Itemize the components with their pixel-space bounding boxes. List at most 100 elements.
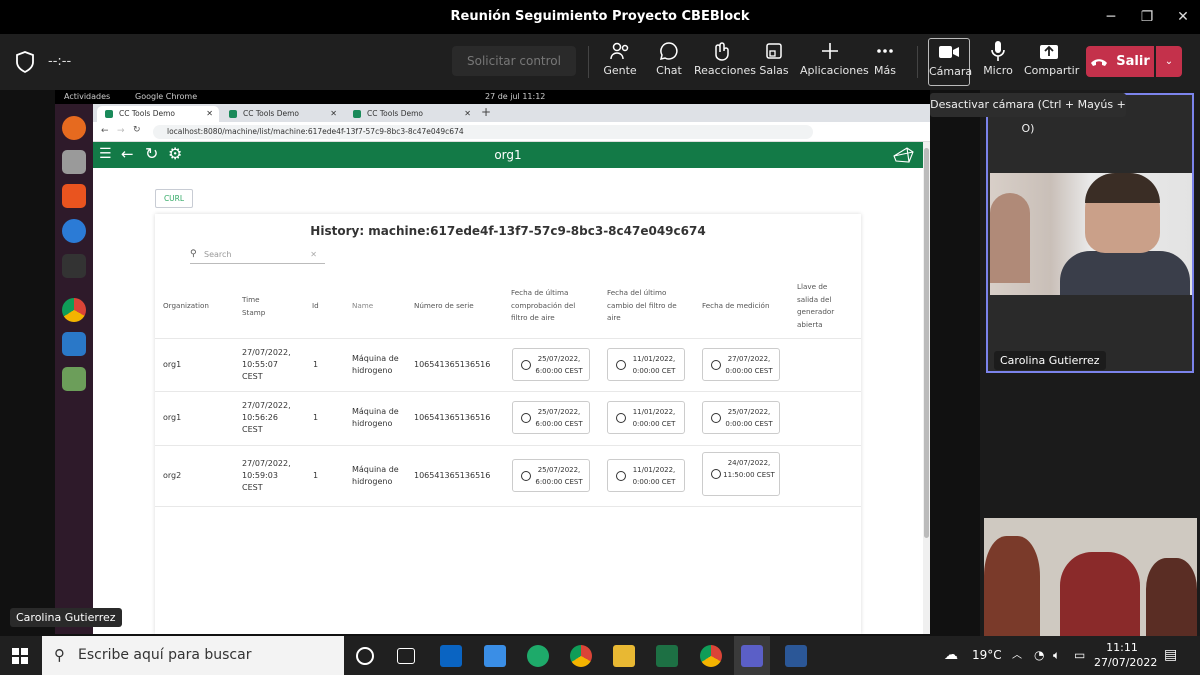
date-chip[interactable]: 11/01/2022, 0:00:00 CET: [607, 459, 685, 492]
leave-options-button[interactable]: ⌄: [1156, 46, 1182, 77]
date-chip[interactable]: 25/07/2022, 6:00:00 CEST: [512, 401, 590, 434]
participant-figure: [984, 536, 1040, 636]
date-chip[interactable]: 25/07/2022, 0:00:00 CEST: [702, 401, 780, 434]
more-button[interactable]: Más: [868, 38, 902, 86]
table-row[interactable]: org1 27/07/2022, 10:56:26 CEST 1 Máquina…: [155, 391, 861, 445]
scrollbar[interactable]: [923, 142, 930, 634]
chrome-profile-icon[interactable]: [700, 645, 722, 667]
tab-cc-tools-2[interactable]: CC Tools Demo ✕: [221, 106, 343, 122]
participant-video: [990, 173, 1192, 295]
notification-icon[interactable]: ▤: [1164, 636, 1177, 675]
room-video-tile[interactable]: [984, 518, 1197, 636]
clock-icon: [616, 360, 626, 370]
curl-button[interactable]: CURL: [155, 189, 193, 208]
request-control-button[interactable]: Solicitar control: [452, 46, 576, 76]
header-id[interactable]: Id: [312, 300, 332, 313]
phone-hangup-icon: [1091, 58, 1108, 66]
network-icon[interactable]: ◔: [1034, 636, 1044, 675]
store-icon[interactable]: [484, 645, 506, 667]
app-header: ☰ ← ↻ ⚙ org1: [93, 142, 923, 168]
share-button[interactable]: Compartir: [1024, 38, 1079, 86]
cell-id: 1: [313, 471, 319, 480]
search-input[interactable]: Search: [204, 250, 231, 259]
taskbar-search[interactable]: ⚲ Escribe aquí para buscar: [42, 636, 344, 675]
date-chip[interactable]: 27/07/2022, 0:00:00 CEST: [702, 348, 780, 381]
task-view-icon[interactable]: [397, 648, 415, 664]
close-tab-icon[interactable]: ✕: [330, 106, 337, 122]
cell-timestamp: 27/07/2022, 10:55:07 CEST: [242, 348, 291, 381]
reactions-button[interactable]: Reacciones: [694, 38, 756, 86]
minimize-icon[interactable]: ─: [1093, 0, 1129, 34]
outlook-icon[interactable]: [440, 645, 462, 667]
url-field[interactable]: localhost:8080/machine/list/machine:617e…: [153, 125, 813, 139]
table-row[interactable]: org2 27/07/2022, 10:59:03 CEST 1 Máquina…: [155, 445, 861, 507]
rooms-button[interactable]: Salas: [756, 38, 792, 86]
date-chip[interactable]: 11/01/2022, 0:00:00 CET: [607, 401, 685, 434]
date-chip[interactable]: 11/01/2022, 0:00:00 CET: [607, 348, 685, 381]
excel-icon[interactable]: [656, 645, 678, 667]
chat-button[interactable]: Chat: [650, 38, 688, 86]
word-icon[interactable]: [785, 645, 807, 667]
forward-icon[interactable]: →: [117, 126, 125, 136]
restore-icon[interactable]: ❐: [1129, 0, 1165, 34]
taskbar-clock[interactable]: 11:11 27/07/2022: [1094, 640, 1157, 670]
teams-taskbar-item[interactable]: [734, 636, 770, 675]
leave-button[interactable]: Salir: [1086, 46, 1154, 77]
windows-start-icon[interactable]: [12, 648, 28, 664]
cell-name: Máquina de hidrogeno: [352, 407, 399, 428]
table-row[interactable]: org1 27/07/2022, 10:55:07 CEST 1 Máquina…: [155, 338, 861, 391]
chevron-down-icon: ⌄: [1164, 56, 1174, 67]
cell-timestamp: 27/07/2022, 10:56:26 CEST: [242, 401, 291, 434]
history-title: History: machine:617ede4f-13f7-57c9-8bc3…: [310, 224, 706, 238]
files-icon: [62, 150, 86, 174]
apps-button[interactable]: Aplicaciones: [800, 38, 869, 86]
people-button[interactable]: Gente: [600, 38, 640, 86]
camera-button[interactable]: Cámara: [928, 38, 972, 86]
help-icon: [62, 219, 86, 243]
clear-search-icon[interactable]: ✕: [310, 250, 317, 259]
tab-cc-tools-3[interactable]: CC Tools Demo ✕: [345, 106, 477, 122]
date-chip[interactable]: 25/07/2022, 6:00:00 CEST: [512, 459, 590, 492]
date-chip[interactable]: 25/07/2022, 6:00:00 CEST: [512, 348, 590, 381]
header-generator-valve[interactable]: Llave de salida del generador abierta: [797, 281, 837, 331]
cortana-icon[interactable]: [356, 647, 374, 665]
browser-window: CC Tools Demo ✕ CC Tools Demo ✕ CC Tools D…: [93, 104, 930, 634]
reload-icon[interactable]: ↻: [133, 125, 141, 135]
chrome-icon[interactable]: [570, 645, 592, 667]
volume-icon[interactable]: 🔈︎: [1053, 636, 1060, 675]
header-filter-check-date[interactable]: Fecha de última comprobación del filtro …: [511, 287, 587, 325]
edge-icon[interactable]: [527, 645, 549, 667]
cell-organization: org1: [163, 413, 182, 422]
weather-icon[interactable]: ☁: [944, 636, 958, 675]
battery-icon[interactable]: ▭: [1074, 636, 1085, 675]
header-timestamp[interactable]: Time Stamp: [242, 294, 276, 319]
header-organization[interactable]: Organization: [163, 300, 223, 313]
header-measurement-date[interactable]: Fecha de medición: [702, 300, 782, 313]
firefox-icon: [62, 116, 86, 140]
chevron-up-icon[interactable]: ︿: [1012, 636, 1022, 675]
close-icon[interactable]: ✕: [1165, 0, 1200, 34]
software-icon: [62, 184, 86, 208]
history-card: History: machine:617ede4f-13f7-57c9-8bc3…: [155, 214, 861, 634]
clock-icon: [521, 360, 531, 370]
search-field[interactable]: ⚲ Search ✕: [190, 248, 325, 264]
date-chip[interactable]: 24/07/2022, 11:50:00 CEST: [702, 452, 780, 496]
windows-taskbar: ⚲ Escribe aquí para buscar ☁ 19°C ︿ ◔ 🔈︎…: [0, 636, 1200, 675]
network-logo-icon: [893, 147, 914, 163]
ubuntu-top-bar: Actividades Google Chrome 27 de jul 11:1…: [55, 90, 930, 104]
mic-button[interactable]: Micro: [982, 38, 1014, 86]
participant-video-tile[interactable]: Carolina Gutierrez: [986, 93, 1194, 373]
close-tab-icon[interactable]: ✕: [464, 106, 471, 122]
taskbar-time: 11:11: [1106, 641, 1138, 654]
close-tab-icon[interactable]: ✕: [206, 106, 213, 122]
shield-icon: [16, 51, 34, 74]
new-tab-icon[interactable]: +: [481, 105, 491, 119]
header-name[interactable]: Name: [352, 300, 392, 313]
tab-cc-tools-1[interactable]: CC Tools Demo ✕: [97, 106, 219, 122]
header-filter-change-date[interactable]: Fecha del último cambio del filtro de ai…: [607, 287, 683, 325]
file-explorer-icon[interactable]: [613, 645, 635, 667]
header-serial[interactable]: Número de serie: [414, 300, 494, 313]
back-icon[interactable]: ←: [101, 126, 109, 136]
weather-temp[interactable]: 19°C: [972, 636, 1002, 675]
scrollbar-thumb[interactable]: [924, 148, 929, 538]
